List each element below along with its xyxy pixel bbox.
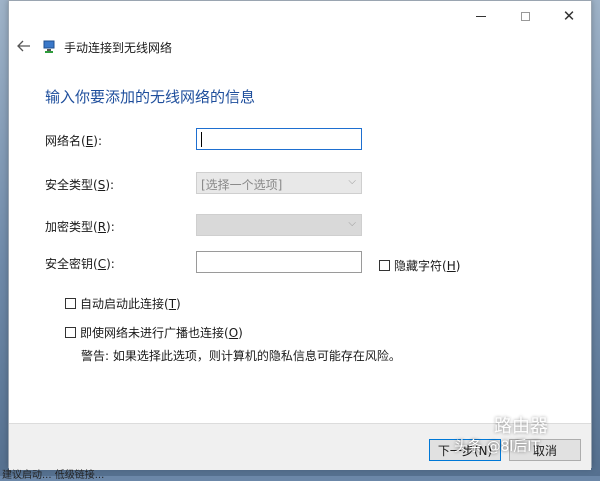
watermark-logo-text: 路由器: [494, 416, 548, 437]
window-title: 手动连接到无线网络: [64, 41, 173, 55]
checkbox-box[interactable]: [65, 298, 76, 309]
close-icon: ✕: [562, 6, 576, 25]
close-button[interactable]: ✕: [547, 1, 591, 31]
checkbox-box[interactable]: [65, 327, 76, 338]
nav-bar: 手动连接到无线网络: [9, 31, 591, 61]
network-name-input[interactable]: [196, 128, 362, 150]
page-heading: 输入你要添加的无线网络的信息: [45, 88, 256, 106]
security-type-label: 安全类型(S):: [45, 178, 115, 192]
chevron-down-icon: ⌵: [348, 218, 356, 229]
encryption-type-select[interactable]: ⌵: [196, 214, 362, 236]
back-arrow-icon[interactable]: [13, 35, 35, 57]
title-bar: ✕: [9, 1, 591, 31]
network-name-label: 网络名(E):: [45, 134, 103, 148]
network-icon: [43, 40, 55, 53]
security-type-value: [选择一个选项]: [201, 178, 283, 192]
hide-chars-checkbox[interactable]: 隐藏字符(H): [379, 257, 460, 274]
auto-connect-checkbox[interactable]: 自动启动此连接(T): [65, 295, 181, 312]
connect-hidden-checkbox[interactable]: 即使网络未进行广播也连接(O): [65, 324, 243, 341]
watermark-author: 头条 @8l后IT: [454, 439, 540, 455]
privacy-warning: 警告: 如果选择此选项，则计算机的隐私信息可能存在风险。: [81, 349, 401, 363]
dialog-window: ✕ 手动连接到无线网络 输入你要添加的无线网络的信息 网络名(E): 安全类型(…: [8, 0, 592, 470]
chevron-down-icon: ⌵: [348, 176, 356, 187]
security-key-input[interactable]: [196, 251, 362, 273]
minimize-icon: [476, 15, 486, 17]
maximize-icon: [520, 11, 530, 21]
security-type-select[interactable]: [选择一个选项] ⌵: [196, 172, 362, 194]
encryption-type-label: 加密类型(R):: [45, 220, 115, 234]
minimize-button[interactable]: [459, 1, 503, 31]
text-caret: [201, 132, 202, 147]
taskbar-text: 建议启动... 低级链接...: [2, 470, 105, 481]
maximize-button[interactable]: [503, 1, 547, 31]
checkbox-box[interactable]: [379, 260, 390, 271]
security-key-label: 安全密钥(C):: [45, 257, 115, 271]
